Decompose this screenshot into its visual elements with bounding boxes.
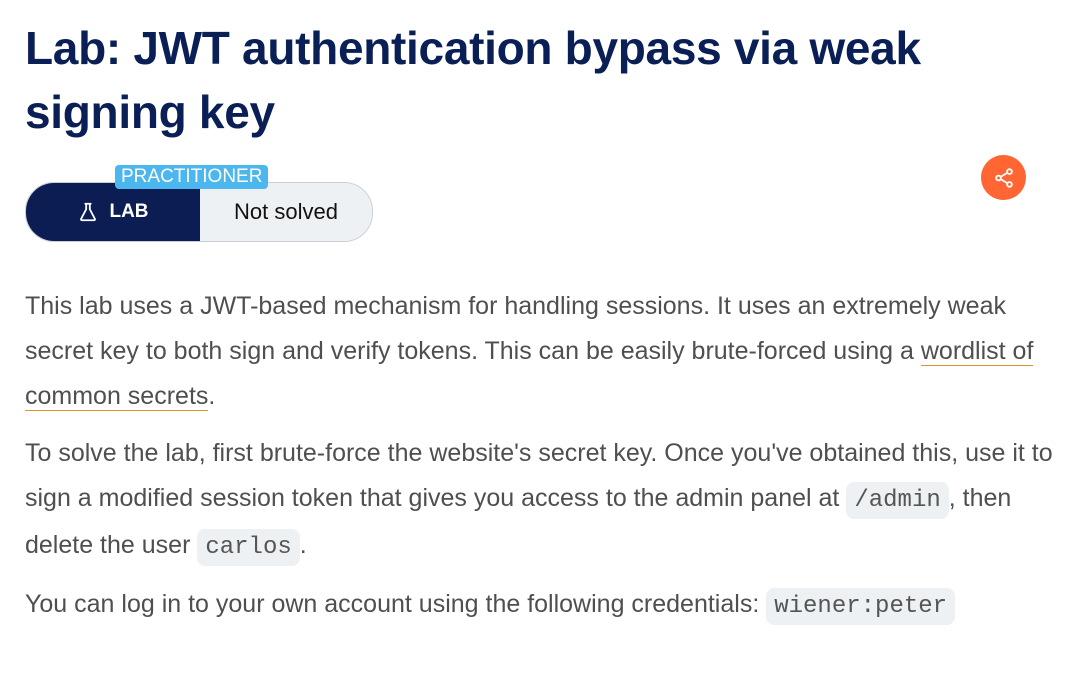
lab-label-text: LAB	[109, 201, 149, 222]
paragraph-text: This lab uses a JWT-based mechanism for …	[25, 292, 1006, 365]
share-icon	[994, 167, 1013, 188]
paragraph-text: .	[299, 531, 307, 559]
flask-icon	[80, 202, 97, 222]
credentials-code: wiener:peter	[766, 588, 956, 625]
level-badge: PRACTITIONER	[115, 165, 269, 189]
admin-path-code: /admin	[846, 482, 949, 519]
lab-status-widget: LAB Not solved	[25, 182, 373, 242]
lab-label: LAB	[26, 183, 200, 241]
task-paragraph: To solve the lab, first brute-force the …	[25, 431, 1055, 570]
status-badge: Not solved	[200, 183, 372, 241]
page-title: Lab: JWT authentication bypass via weak …	[25, 22, 921, 138]
lab-status-row: PRACTITIONER LAB Not solved	[25, 155, 1055, 242]
description-paragraph: This lab uses a JWT-based mechanism for …	[25, 284, 1055, 419]
lab-page: Lab: JWT authentication bypass via weak …	[25, 0, 1055, 641]
paragraph-text: .	[208, 382, 216, 410]
lab-description: This lab uses a JWT-based mechanism for …	[25, 284, 1055, 629]
paragraph-text: You can log in to your own account using…	[25, 590, 767, 618]
credentials-paragraph: You can log in to your own account using…	[25, 582, 1055, 629]
share-button[interactable]	[981, 155, 1026, 200]
username-code: carlos	[197, 529, 300, 566]
